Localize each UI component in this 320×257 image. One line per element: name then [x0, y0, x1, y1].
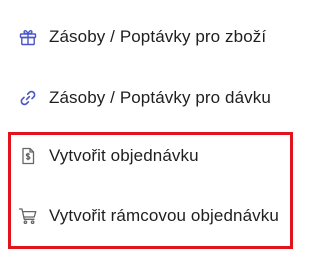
- gift-icon: [18, 27, 38, 47]
- shopping-cart-icon: [18, 206, 38, 226]
- document-dollar-icon: [18, 146, 38, 166]
- menu-item-label: Vytvořit objednávku: [49, 146, 199, 165]
- menu-item-label: Vytvořit rámcovou objednávku: [49, 206, 279, 225]
- link-icon: [18, 88, 38, 108]
- menu-item-label: Zásoby / Poptávky pro zboží: [49, 27, 267, 46]
- menu-item-create-order[interactable]: Vytvořit objednávku: [0, 141, 302, 171]
- context-menu: Zásoby / Poptávky pro zboží Zásoby / Pop…: [0, 0, 302, 257]
- menu-item-label: Zásoby / Poptávky pro dávku: [49, 88, 271, 107]
- menu-item-create-framework-order[interactable]: Vytvořit rámcovou objednávku: [0, 201, 302, 231]
- menu-item-stock-demands-product[interactable]: Zásoby / Poptávky pro zboží: [0, 22, 302, 52]
- menu-item-stock-demands-batch[interactable]: Zásoby / Poptávky pro dávku: [0, 83, 302, 113]
